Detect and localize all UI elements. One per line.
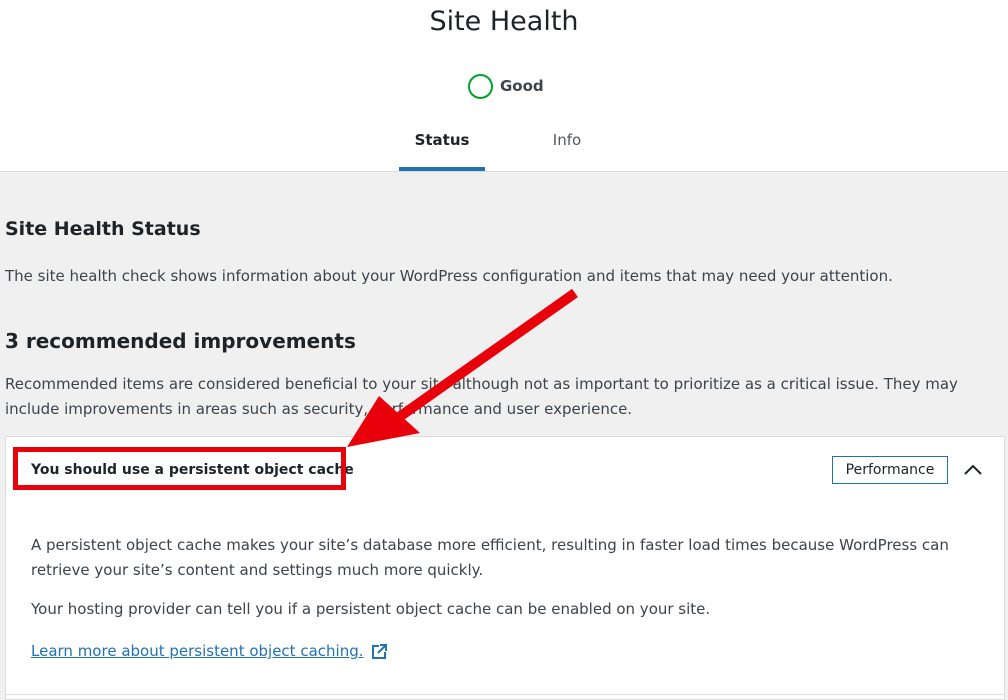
external-link-icon (371, 643, 387, 659)
category-badge: Performance (832, 456, 948, 484)
tab-status[interactable]: Status (399, 122, 485, 172)
annotation-highlight-box (13, 447, 346, 490)
tab-info[interactable]: Info (527, 122, 607, 172)
learn-more-link-text: Learn more about persistent object cachi… (31, 642, 364, 660)
site-health-header: Site Health Good Status Info (0, 0, 1008, 172)
status-label: Good (500, 77, 544, 95)
improvements-count: 3 recommended improvements (5, 329, 356, 353)
health-status: Good (468, 72, 544, 100)
learn-more-link[interactable]: Learn more about persistent object cachi… (31, 639, 388, 664)
page-title: Site Health (429, 6, 579, 37)
section-title: Site Health Status (5, 218, 201, 240)
chevron-up-icon[interactable] (960, 457, 986, 483)
accordion-divider (6, 694, 1004, 695)
improvements-description: Recommended items are considered benefic… (5, 375, 958, 418)
issue-description: A persistent object cache makes your sit… (31, 536, 949, 579)
section-description: The site health check shows information … (5, 267, 893, 285)
status-circle-icon (468, 73, 493, 99)
issue-hosting-note: Your hosting provider can tell you if a … (31, 600, 711, 618)
